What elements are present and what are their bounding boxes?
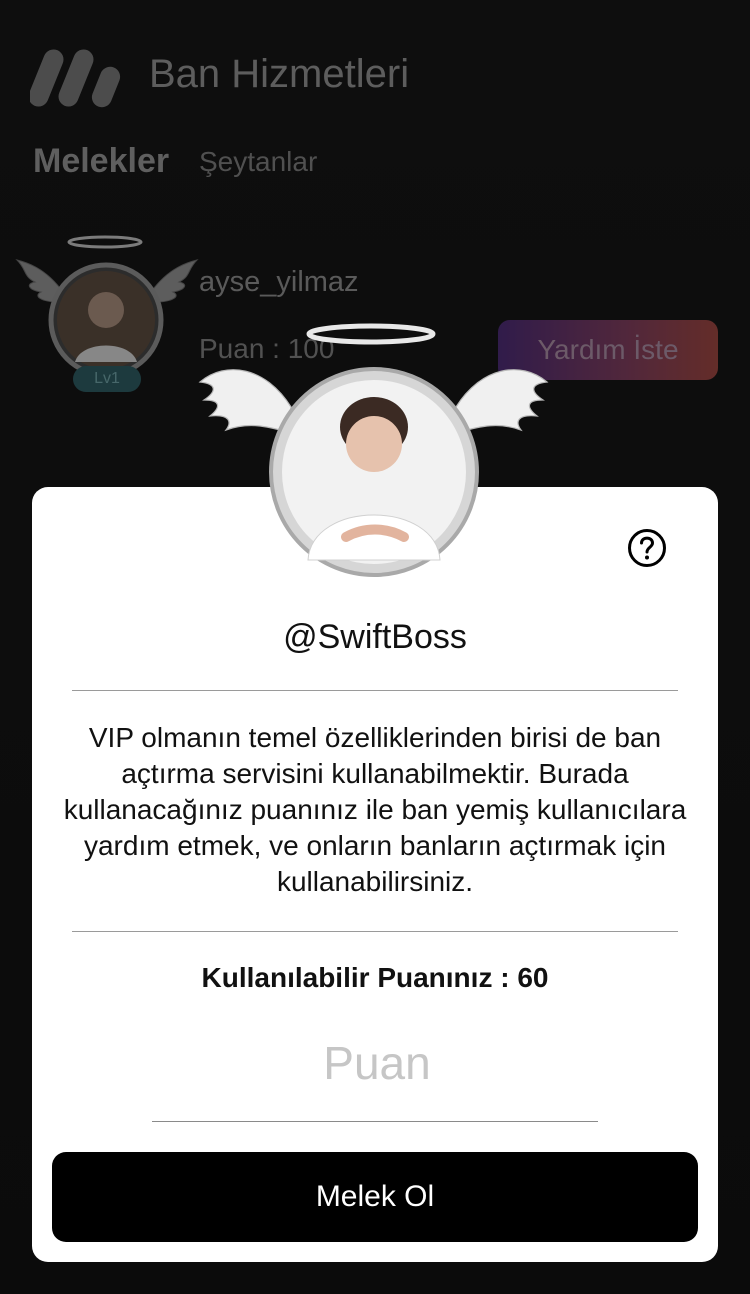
question-icon[interactable] <box>627 528 667 568</box>
modal-username: @SwiftBoss <box>283 618 467 656</box>
description-text: VIP olmanın temel özelliklerinden birisi… <box>63 722 687 897</box>
divider <box>72 931 678 932</box>
become-angel-button[interactable]: Melek Ol <box>52 1152 698 1242</box>
points-input[interactable] <box>152 1032 602 1094</box>
angel-avatar-large <box>198 323 549 577</box>
halo-icon <box>306 323 436 345</box>
available-points: Kullanılabilir Puanınız : 60 <box>201 962 549 993</box>
input-underline <box>152 1121 598 1122</box>
divider <box>72 690 678 691</box>
